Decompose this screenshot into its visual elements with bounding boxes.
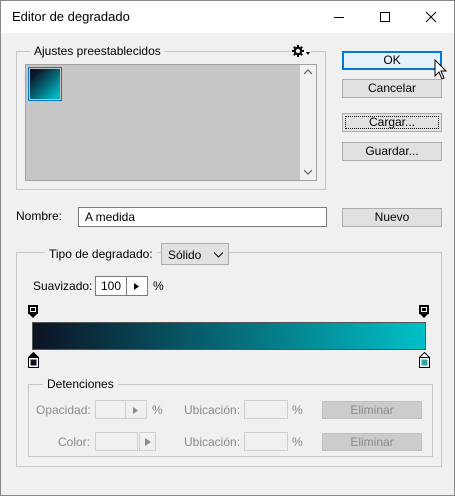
minimize-button[interactable] [316, 1, 362, 33]
opacity-stop-left[interactable] [28, 305, 38, 319]
opacity-input[interactable] [95, 400, 126, 419]
gradient-type-label: Tipo de degradado: [45, 247, 157, 261]
presets-list[interactable] [25, 64, 317, 181]
opacity-location-input[interactable] [244, 400, 288, 419]
mouse-cursor-icon [434, 59, 448, 80]
color-stop-right[interactable] [419, 352, 430, 369]
save-button[interactable]: Guardar... [342, 142, 442, 161]
scroll-up-icon[interactable] [304, 69, 312, 75]
delete-color-stop-button[interactable]: Eliminar [322, 433, 422, 451]
gradient-type-select[interactable]: Sólido [161, 243, 229, 265]
new-button[interactable]: Nuevo [342, 208, 442, 227]
color-picker-arrow[interactable] [139, 432, 156, 451]
opacity-stop-right[interactable] [419, 305, 429, 319]
cancel-button[interactable]: Cancelar [342, 79, 442, 98]
presets-legend: Ajustes preestablecidos [30, 44, 165, 58]
opacity-label: Opacidad: [36, 403, 91, 417]
window-title: Editor de degradado [12, 9, 130, 24]
smoothness-value: 100 [101, 279, 122, 293]
opacity-location-label: Ubicación: [184, 403, 241, 417]
close-button[interactable] [408, 1, 454, 33]
title-bar: Editor de degradado [1, 1, 454, 33]
smoothness-input[interactable]: 100 [95, 276, 127, 296]
scroll-down-icon[interactable] [304, 169, 312, 175]
chevron-down-icon [214, 252, 223, 258]
smoothness-label: Suavizado: [33, 279, 93, 293]
gradient-editor-dialog: Editor de degradado Ajustes preestableci… [0, 0, 455, 496]
load-button[interactable]: Cargar... [342, 113, 442, 132]
gradient-type-value: Sólido [168, 248, 202, 262]
stops-legend: Detenciones [43, 377, 118, 391]
triangle-right-icon [134, 283, 139, 290]
delete-opacity-stop-button[interactable]: Eliminar [322, 401, 422, 419]
triangle-right-icon [133, 407, 138, 414]
color-location-label: Ubicación: [184, 435, 241, 449]
name-input[interactable]: A medida [78, 207, 327, 227]
gear-icon [292, 45, 310, 57]
minimize-icon [334, 17, 344, 18]
opacity-location-unit: % [292, 403, 303, 417]
color-swatch[interactable] [95, 432, 138, 451]
presets-menu-button[interactable] [291, 44, 311, 58]
preset-gradient-thumbnail [30, 69, 60, 99]
maximize-button[interactable] [362, 1, 408, 33]
opacity-unit: % [152, 403, 163, 417]
opacity-dropdown[interactable] [126, 400, 147, 419]
color-stop-left[interactable] [28, 352, 39, 369]
name-value: A medida [85, 210, 136, 224]
name-label: Nombre: [16, 209, 63, 223]
color-location-unit: % [292, 435, 303, 449]
smoothness-dropdown[interactable] [127, 276, 148, 296]
maximize-icon [380, 12, 390, 22]
ok-button[interactable]: OK [342, 51, 442, 70]
triangle-right-icon [145, 438, 151, 446]
color-label: Color: [58, 435, 91, 449]
color-location-input[interactable] [244, 432, 288, 451]
preset-swatch-selected[interactable] [28, 67, 62, 101]
presets-scrollbar[interactable] [300, 65, 316, 180]
smoothness-unit: % [153, 279, 164, 293]
gradient-preview-bar[interactable] [32, 322, 426, 350]
close-icon [425, 11, 437, 23]
